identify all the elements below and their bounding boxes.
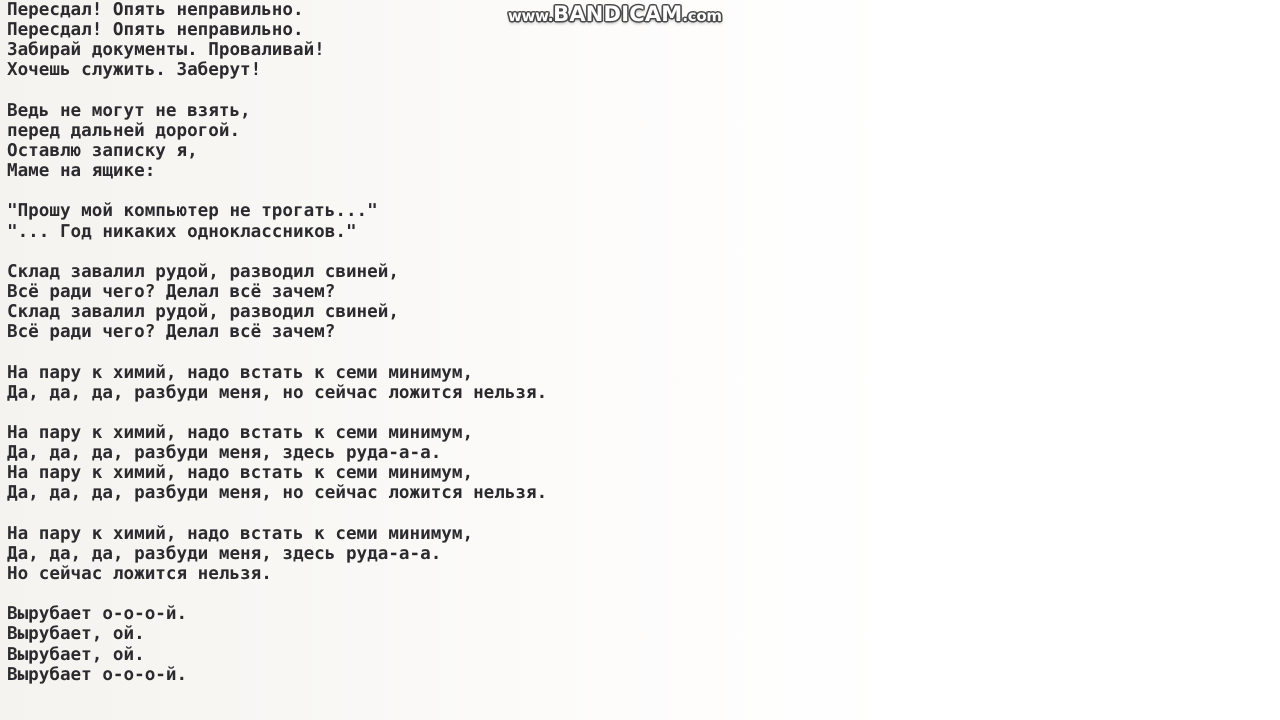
lyrics-blank-line xyxy=(7,242,1107,262)
lyrics-line: Да, да, да, разбуди меня, здесь руда-а-а… xyxy=(7,443,442,464)
lyrics-blank-line xyxy=(7,584,1107,604)
lyrics-line: На пару к химий, надо встать к семи мини… xyxy=(7,422,474,443)
watermark-suffix: .com xyxy=(682,7,722,25)
lyrics-line: Да, да, да, разбуди меня, здесь руда-а-а… xyxy=(7,543,442,564)
lyrics-line: Забирай документы. Проваливай! xyxy=(7,40,325,61)
lyrics-blank-line xyxy=(7,181,1107,201)
lyrics-blank-line xyxy=(7,81,1107,101)
lyrics-line: Вырубает, ой. xyxy=(7,624,145,645)
lyrics-line: Хочешь служить. Заберут! xyxy=(7,60,262,81)
lyrics-line: Всё ради чего? Делал всё зачем? xyxy=(7,281,336,302)
lyrics-line: Склад завалил рудой, разводил свиней, xyxy=(7,302,399,323)
lyrics-line: Вырубает о-о-о-й. xyxy=(7,664,188,685)
lyrics-line: перед дальней дорогой. xyxy=(7,120,241,141)
lyrics-line: "... Год никаких одноклассников." xyxy=(7,221,357,242)
lyrics-blank-line xyxy=(7,342,1107,362)
watermark-prefix: www. xyxy=(508,7,554,25)
lyrics-line: Ведь не могут не взять, xyxy=(7,100,251,121)
lyrics-line: Вырубает, ой. xyxy=(7,644,145,665)
lyrics-line: Но сейчас ложится нельзя. xyxy=(7,563,272,584)
lyrics-line: Да, да, да, разбуди меня, но сейчас ложи… xyxy=(7,483,548,504)
lyrics-line: На пару к химий, надо встать к семи мини… xyxy=(7,463,474,484)
lyrics-line: Вырубает о-о-о-й. xyxy=(7,604,188,625)
lyrics-blank-line xyxy=(7,403,1107,423)
lyrics-line: "Прошу мой компьютер не трогать..." xyxy=(7,201,378,222)
lyrics-line: Склад завалил рудой, разводил свиней, xyxy=(7,261,399,282)
bandicam-watermark: www. BANDICAM .com xyxy=(508,2,722,30)
lyrics-line: Всё ради чего? Делал всё зачем? xyxy=(7,322,336,343)
lyrics-line: На пару к химий, надо встать к семи мини… xyxy=(7,362,474,383)
watermark-brand: BANDICAM xyxy=(553,2,683,26)
lyrics-line: Оставлю записку я, xyxy=(7,140,198,161)
lyrics-blank-line xyxy=(7,504,1107,524)
video-frame: Пересдал! Опять неправильно. Пересдал! Оп… xyxy=(0,0,1280,720)
lyrics-text-block: Пересдал! Опять неправильно. Пересдал! Оп… xyxy=(7,0,1107,685)
lyrics-line: Маме на ящике: xyxy=(7,161,156,182)
lyrics-line: На пару к химий, надо встать к семи мини… xyxy=(7,523,474,544)
lyrics-line: Да, да, да, разбуди меня, но сейчас ложи… xyxy=(7,382,548,403)
